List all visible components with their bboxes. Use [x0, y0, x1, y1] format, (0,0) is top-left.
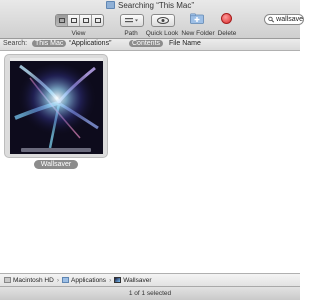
delete-icon[interactable] [221, 13, 232, 24]
hard-drive-icon [4, 277, 11, 283]
crumb-label: Applications [71, 276, 107, 284]
criteria-file-name[interactable]: File Name [166, 40, 204, 47]
scope-applications[interactable]: “Applications” [66, 40, 114, 47]
icon-view-button[interactable] [56, 15, 68, 26]
results-area: Wallsaver [0, 51, 300, 268]
new-folder-icon[interactable] [190, 13, 204, 24]
search-input[interactable]: wallsave [276, 16, 303, 23]
crumb-wallsaver[interactable]: Wallsaver [114, 276, 152, 284]
path-bar: Macintosh HD › Applications › Wallsaver [0, 273, 300, 286]
path-button[interactable] [120, 14, 144, 27]
column-view-button[interactable] [80, 15, 92, 26]
aurora-image [9, 58, 103, 154]
wallsaver-thumbnail [9, 58, 103, 154]
quicklook-button[interactable] [151, 14, 175, 27]
view-mode-control[interactable] [55, 14, 104, 27]
thumbnail-menubar [9, 58, 103, 61]
applications-folder-icon [62, 277, 69, 283]
status-bar: 1 of 1 selected [0, 286, 300, 300]
view-label: View [71, 30, 86, 37]
delete-label: Delete [217, 30, 237, 37]
crumb-applications[interactable]: Applications [62, 277, 106, 284]
folder-icon [105, 1, 115, 9]
coverflow-view-icon [94, 18, 101, 23]
new-folder-label: New Folder [181, 30, 215, 37]
list-view-button[interactable] [68, 15, 80, 26]
search-icon [268, 16, 275, 23]
icon-view-icon [58, 18, 65, 23]
crumb-label: Macintosh HD [13, 276, 54, 284]
crumb-label: Wallsaver [123, 276, 152, 284]
crumb-macintosh-hd[interactable]: Macintosh HD [4, 277, 54, 284]
window-title-bar: Searching “This Mac” [0, 1, 300, 10]
quicklook-label: Quick Look [145, 30, 179, 37]
result-item-label[interactable]: Wallsaver [34, 160, 78, 169]
path-menu-icon [125, 18, 138, 23]
chevron-right-icon: › [109, 276, 112, 284]
chevron-right-icon: › [56, 276, 59, 284]
path-label: Path [124, 30, 138, 37]
result-item[interactable]: Wallsaver [4, 54, 108, 169]
search-field[interactable]: wallsave [264, 14, 304, 25]
column-view-icon [82, 18, 89, 23]
search-scope-label: Search: [3, 40, 28, 47]
scope-this-mac[interactable]: This Mac [32, 40, 67, 47]
result-thumbnail-frame[interactable] [4, 54, 108, 158]
criteria-contents[interactable]: Contents [129, 40, 164, 47]
wallsaver-app-icon [114, 277, 122, 283]
status-text: 1 of 1 selected [128, 290, 172, 297]
search-scope-bar: Search: This Mac “Applications” Contents… [0, 39, 300, 51]
eye-icon [157, 17, 169, 24]
list-view-icon [70, 18, 77, 23]
coverflow-view-button[interactable] [92, 15, 103, 26]
window-toolbar: Searching “This Mac” View Path Quick Loo… [0, 0, 304, 39]
window-title: Searching “This Mac” [117, 1, 195, 10]
thumbnail-dock [20, 148, 92, 152]
